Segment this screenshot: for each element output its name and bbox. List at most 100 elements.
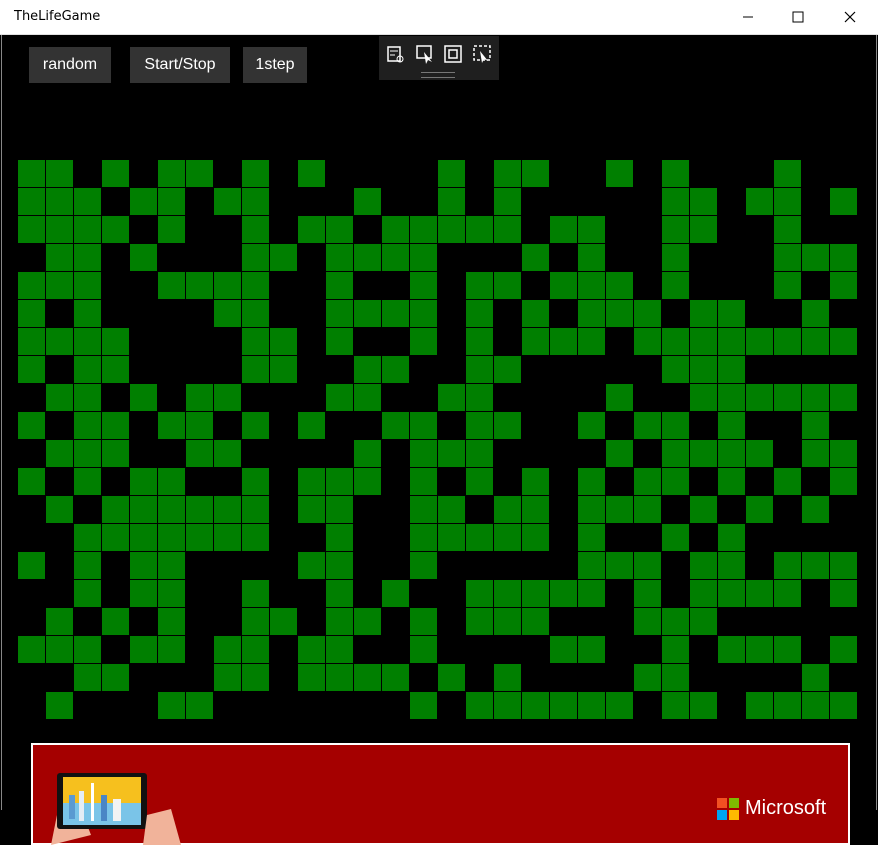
live-cell (830, 384, 857, 411)
live-cell (606, 440, 633, 467)
live-cell (802, 384, 829, 411)
live-cell (242, 356, 269, 383)
live-cell (130, 496, 157, 523)
live-cell (830, 440, 857, 467)
live-cell (130, 244, 157, 271)
live-cell (746, 328, 773, 355)
live-cell (662, 440, 689, 467)
display-layout-adorners-icon[interactable] (443, 44, 463, 64)
one-step-button[interactable]: 1step (243, 47, 307, 83)
maximize-button[interactable] (775, 0, 821, 34)
live-cell (158, 580, 185, 607)
live-cell (410, 244, 437, 271)
live-cell (410, 496, 437, 523)
live-cell (718, 636, 745, 663)
live-cell (242, 468, 269, 495)
live-cell (158, 160, 185, 187)
live-cell (774, 468, 801, 495)
live-cell (746, 580, 773, 607)
live-cell (18, 552, 45, 579)
live-cell (410, 608, 437, 635)
live-cell (46, 160, 73, 187)
live-cell (270, 328, 297, 355)
live-cell (242, 524, 269, 551)
live-cell (830, 692, 857, 719)
live-cell (634, 664, 661, 691)
live-cell (522, 300, 549, 327)
live-cell (466, 384, 493, 411)
live-cell (578, 524, 605, 551)
live-cell (466, 356, 493, 383)
live-visual-tree-icon[interactable] (385, 44, 405, 64)
live-cell (578, 636, 605, 663)
ad-banner[interactable]: Microsoft (31, 743, 850, 845)
live-cell (186, 524, 213, 551)
live-cell (522, 692, 549, 719)
live-cell (774, 328, 801, 355)
debug-toolbar (379, 36, 499, 80)
live-cell (830, 552, 857, 579)
live-cell (522, 244, 549, 271)
live-cell (382, 580, 409, 607)
live-cell (46, 384, 73, 411)
live-cell (494, 272, 521, 299)
live-cell (74, 328, 101, 355)
live-cell (18, 216, 45, 243)
live-cell (186, 160, 213, 187)
live-cell (74, 188, 101, 215)
live-cell (242, 244, 269, 271)
live-cell (102, 664, 129, 691)
live-cell (242, 608, 269, 635)
drag-handle[interactable] (421, 72, 455, 78)
live-cell (690, 384, 717, 411)
live-cell (74, 272, 101, 299)
live-cell (242, 580, 269, 607)
live-cell (74, 580, 101, 607)
live-cell (634, 468, 661, 495)
live-cell (382, 244, 409, 271)
live-cell (214, 272, 241, 299)
live-cell (298, 496, 325, 523)
live-cell (242, 328, 269, 355)
live-cell (634, 300, 661, 327)
live-cell (438, 160, 465, 187)
minimize-button[interactable] (725, 0, 771, 34)
live-cell (774, 552, 801, 579)
track-focused-element-icon[interactable] (472, 44, 492, 64)
random-button[interactable]: random (29, 47, 111, 83)
live-cell (718, 300, 745, 327)
live-cell (18, 356, 45, 383)
close-button[interactable] (827, 0, 873, 34)
live-cell (690, 300, 717, 327)
live-cell (74, 412, 101, 439)
live-cell (802, 552, 829, 579)
live-cell (326, 524, 353, 551)
live-cell (662, 244, 689, 271)
title-bar: TheLifeGame (0, 0, 878, 35)
live-cell (46, 244, 73, 271)
live-cell (46, 188, 73, 215)
live-cell (158, 692, 185, 719)
live-cell (74, 300, 101, 327)
live-cell (214, 636, 241, 663)
live-cell (130, 552, 157, 579)
live-cell (606, 552, 633, 579)
live-cell (326, 328, 353, 355)
live-cell (522, 496, 549, 523)
live-cell (298, 636, 325, 663)
live-cell (718, 384, 745, 411)
live-cell (74, 384, 101, 411)
live-cell (494, 216, 521, 243)
live-cell (550, 216, 577, 243)
live-cell (242, 188, 269, 215)
select-element-icon[interactable] (415, 44, 435, 64)
start-stop-button[interactable]: Start/Stop (130, 47, 230, 83)
live-cell (466, 692, 493, 719)
live-cell (74, 440, 101, 467)
live-cell (158, 524, 185, 551)
live-cell (690, 188, 717, 215)
live-cell (214, 664, 241, 691)
live-cell (102, 160, 129, 187)
live-cell (354, 384, 381, 411)
app-content: random Start/Stop 1step Microsoft (1, 35, 877, 845)
